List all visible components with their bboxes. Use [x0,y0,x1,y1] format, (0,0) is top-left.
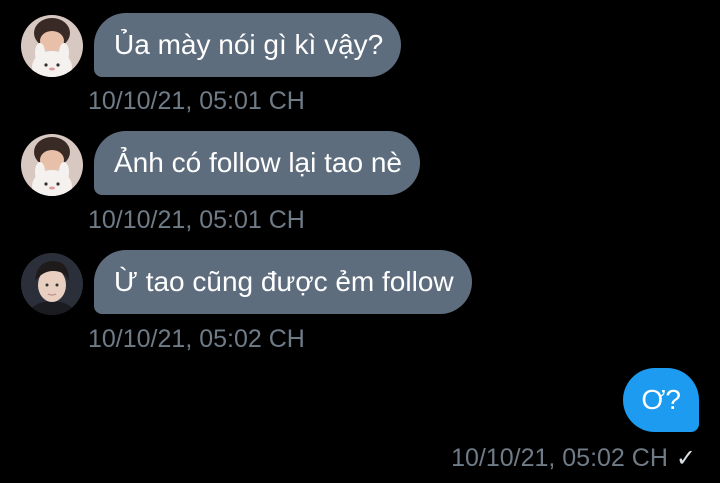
contact-avatar[interactable] [21,15,83,77]
contact-avatar[interactable] [21,134,83,196]
person-portrait-avatar-icon [21,253,83,315]
message-timestamp: 10/10/21, 05:01 CH [88,87,305,115]
check-icon: ✓ [675,445,696,472]
bunny-plush-avatar-icon [21,15,83,77]
sent-message-timestamp: 10/10/21, 05:02 CH ✓ [451,443,696,474]
sent-message-bubble[interactable]: Ơ? [623,368,699,432]
message-timestamp: 10/10/21, 05:02 CH [88,325,305,353]
bunny-plush-avatar-icon [21,134,83,196]
sent-time-text: 10/10/21, 05:02 CH [451,444,668,472]
message-bubble[interactable]: Ủa mày nói gì kì vậy? [94,13,402,77]
message-bubble[interactable]: Ảnh có follow lại tao nè [94,131,420,195]
contact-avatar[interactable] [21,253,83,315]
message-timestamp: 10/10/21, 05:01 CH [88,206,305,234]
message-bubble[interactable]: Ừ tao cũng được ẻm follow [94,250,472,314]
